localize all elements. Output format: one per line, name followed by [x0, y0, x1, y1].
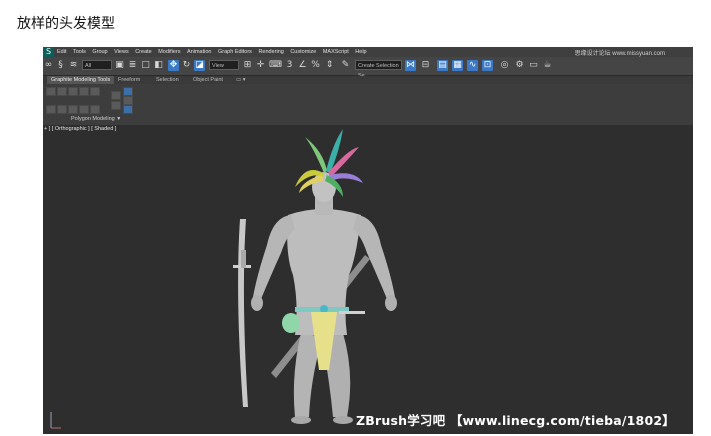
- pivot-center-icon[interactable]: ⊞: [242, 60, 253, 71]
- main-toolbar: ∞ § ≋ All ▣ ≣ □ ◧ ✥ ↻ ◪ View ⊞ ✛ ⌨ 3 ∠ %…: [43, 57, 693, 79]
- tab-graphite-modeling-tools[interactable]: Graphite Modeling Tools: [47, 76, 115, 84]
- mirror-icon[interactable]: ⋈: [405, 60, 416, 71]
- angle-snap-icon[interactable]: ∠: [297, 60, 308, 71]
- left-foot: [291, 416, 311, 424]
- unlink-icon[interactable]: §: [55, 60, 66, 71]
- axis-gizmo-icon: [50, 412, 61, 429]
- menu-customize[interactable]: Customize: [290, 47, 316, 57]
- ribbon-tool-button[interactable]: [90, 105, 100, 114]
- polygon-modeling-dropdown[interactable]: Polygon Modeling ▼: [71, 116, 121, 122]
- ribbon-tool-button[interactable]: [111, 91, 121, 100]
- right-arm: [353, 215, 395, 299]
- ribbon-tool-button[interactable]: [57, 87, 67, 96]
- ribbon-tool-button[interactable]: [46, 87, 56, 96]
- select-move-icon[interactable]: ✥: [168, 60, 179, 71]
- max-app-window: S Edit Tools Group Views Create Modifier…: [43, 47, 693, 434]
- menu-maxscript[interactable]: MAXScript: [323, 47, 349, 57]
- rectangular-region-icon[interactable]: □: [140, 60, 151, 71]
- selection-filter-value: All: [85, 63, 92, 69]
- material-editor-icon[interactable]: ◎: [499, 60, 510, 71]
- ribbon-panel: Polygon Modeling ▼: [43, 84, 693, 126]
- ribbon-tool-button-active[interactable]: [123, 87, 133, 96]
- page-heading: 放样的头发模型: [17, 16, 115, 32]
- menu-views[interactable]: Views: [114, 47, 129, 57]
- schematic-view-icon[interactable]: ⊡: [482, 60, 493, 71]
- polygon-modeling-label: Polygon Modeling: [71, 116, 115, 122]
- select-by-name-icon[interactable]: ≣: [127, 60, 138, 71]
- graphite-toggle-icon[interactable]: ▦: [452, 60, 463, 71]
- layer-manager-icon[interactable]: ▤: [437, 60, 448, 71]
- gourd-pouch: [282, 313, 300, 333]
- window-crossing-icon[interactable]: ◧: [153, 60, 164, 71]
- left-hand: [251, 295, 263, 311]
- menu-bar: S Edit Tools Group Views Create Modifier…: [43, 47, 693, 57]
- edit-named-selection-icon[interactable]: ✎: [340, 60, 351, 71]
- menu-tools[interactable]: Tools: [73, 47, 86, 57]
- keyboard-shortcut-icon[interactable]: ⌨: [269, 60, 282, 71]
- zbrush-watermark: ZBrush学习吧 【www.linecg.com/tieba/1802】: [356, 413, 675, 428]
- named-selection-dropdown[interactable]: Create Selection Se: [355, 60, 402, 79]
- snaps-toggle-icon[interactable]: 3: [284, 60, 295, 71]
- percent-snap-icon[interactable]: %: [310, 60, 321, 71]
- ribbon-options-icon[interactable]: ▭ ▾: [236, 76, 246, 84]
- menu-graph-editors[interactable]: Graph Editors: [218, 47, 252, 57]
- select-object-icon[interactable]: ▣: [114, 60, 125, 71]
- tab-selection[interactable]: Selection: [156, 76, 179, 84]
- right-hand: [385, 295, 397, 311]
- menu-group[interactable]: Group: [92, 47, 107, 57]
- ribbon-tabs: Graphite Modeling Tools Freeform Selecti…: [43, 76, 693, 84]
- selection-filter-dropdown[interactable]: All: [82, 60, 112, 70]
- ribbon-tool-button[interactable]: [111, 101, 121, 110]
- right-foot: [333, 416, 353, 424]
- reference-coordinate-dropdown[interactable]: View: [209, 60, 239, 70]
- character-model-render: [233, 129, 397, 424]
- ribbon-tool-button[interactable]: [79, 105, 89, 114]
- hair-strand-green: [305, 137, 327, 173]
- select-scale-icon[interactable]: ◪: [194, 60, 205, 71]
- curve-editor-icon[interactable]: ∿: [467, 60, 478, 71]
- sword-blade: [238, 219, 248, 407]
- menu-animation[interactable]: Animation: [187, 47, 211, 57]
- menu-rendering[interactable]: Rendering: [258, 47, 283, 57]
- render-setup-icon[interactable]: ⚙: [514, 60, 525, 71]
- align-icon[interactable]: ⊟: [420, 60, 431, 71]
- rendered-frame-icon[interactable]: ▭: [528, 60, 539, 71]
- ribbon-tool-button[interactable]: [46, 105, 56, 114]
- link-icon[interactable]: ∞: [43, 60, 54, 71]
- menu-edit[interactable]: Edit: [57, 47, 66, 57]
- select-rotate-icon[interactable]: ↻: [181, 60, 192, 71]
- menu-create[interactable]: Create: [135, 47, 152, 57]
- spinner-snap-icon[interactable]: ⇕: [324, 60, 335, 71]
- sword-handle: [241, 250, 246, 268]
- tab-freeform[interactable]: Freeform: [118, 76, 140, 84]
- bind-space-warp-icon[interactable]: ≋: [68, 60, 79, 71]
- forum-watermark: 思缘设计论坛 www.missyuan.com: [574, 51, 665, 57]
- chevron-down-icon: ▼: [116, 116, 122, 122]
- viewport[interactable]: + ] [ Orthographic ] [ Shaded ] ZBrush学习…: [43, 125, 693, 434]
- select-manipulate-icon[interactable]: ✛: [255, 60, 266, 71]
- ribbon-tool-button[interactable]: [68, 87, 78, 96]
- ribbon-tool-button[interactable]: [57, 105, 67, 114]
- menu-items: Edit Tools Group Views Create Modifiers …: [57, 47, 373, 57]
- ribbon-tool-button[interactable]: [68, 105, 78, 114]
- app-logo-icon[interactable]: S: [43, 47, 54, 57]
- belt-buckle: [320, 305, 328, 313]
- menu-modifiers[interactable]: Modifiers: [158, 47, 180, 57]
- ribbon-tool-button-active[interactable]: [123, 105, 133, 114]
- ribbon-tool-button[interactable]: [90, 87, 100, 96]
- ribbon-tool-button[interactable]: [123, 96, 133, 105]
- tab-object-paint[interactable]: Object Paint: [193, 76, 223, 84]
- reference-coordinate-value: View: [212, 63, 224, 69]
- belt-dagger: [339, 311, 365, 314]
- menu-help[interactable]: Help: [355, 47, 366, 57]
- render-teapot-icon[interactable]: ☕: [542, 60, 553, 71]
- ribbon-tool-button[interactable]: [79, 87, 89, 96]
